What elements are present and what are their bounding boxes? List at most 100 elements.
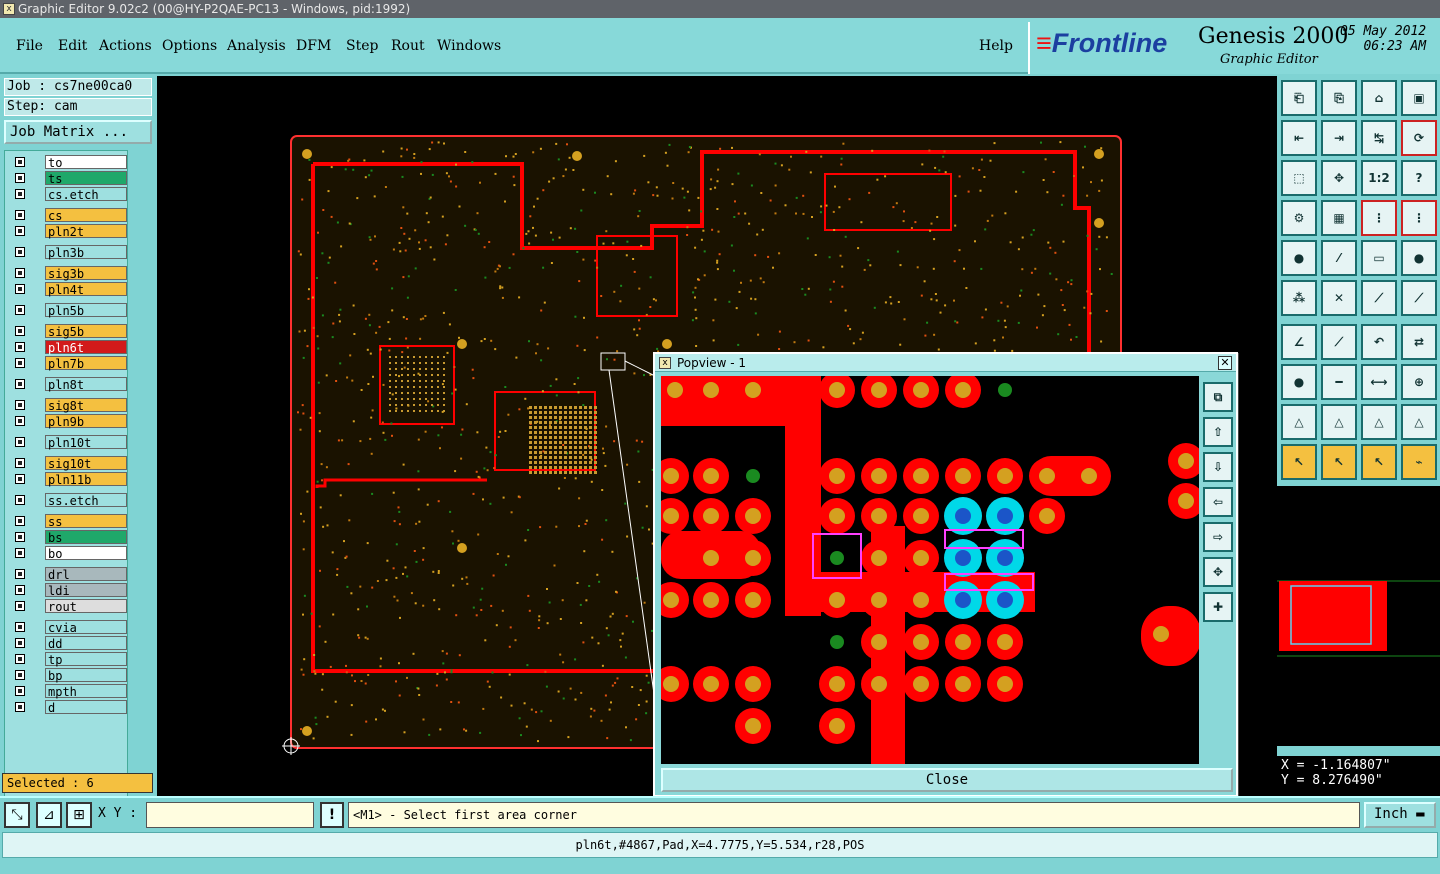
snap-icon[interactable]: ⊿ — [36, 802, 62, 828]
popview-window[interactable]: x Popview - 1 ✕ ⧉ ⇧ ⇩ ⇦ ⇨ ✥ ✚ Close — [653, 352, 1238, 797]
pan-icon[interactable]: ↹ — [1361, 120, 1397, 156]
layer-name[interactable]: pln5b — [45, 303, 127, 318]
fit-icon[interactable]: ⬚ — [1281, 160, 1317, 196]
layer-row-sig10t[interactable]: sig10t — [9, 456, 127, 471]
layer-name[interactable]: sig8t — [45, 398, 127, 413]
pointer3-icon[interactable]: ↖ — [1361, 444, 1397, 480]
pv-right-icon[interactable]: ⇨ — [1203, 522, 1233, 552]
menu-windows[interactable]: Windows — [437, 38, 501, 54]
resize-icon[interactable]: ⟷ — [1361, 364, 1397, 400]
layer-name[interactable]: pln7b — [45, 356, 127, 371]
layer-row-pln3b[interactable]: pln3b — [9, 245, 127, 260]
layer-name[interactable]: ts — [45, 171, 127, 186]
layer-name[interactable]: sig10t — [45, 456, 127, 471]
layer-checkbox[interactable] — [15, 622, 25, 632]
layer-name[interactable]: sig3b — [45, 266, 127, 281]
layer-row-drl[interactable]: drl — [9, 567, 127, 582]
layer-checkbox[interactable] — [15, 437, 25, 447]
angle-icon[interactable]: ∠ — [1281, 324, 1317, 360]
layer-name[interactable]: ss.etch — [45, 493, 127, 508]
cross-icon[interactable]: ✕ — [1321, 280, 1357, 316]
layer-row-pln9b[interactable]: pln9b — [9, 414, 127, 429]
layer-checkbox[interactable] — [15, 654, 25, 664]
layer-checkbox[interactable] — [15, 342, 25, 352]
zoom-next-icon[interactable]: ⇥ — [1321, 120, 1357, 156]
center-icon[interactable]: ✥ — [1321, 160, 1357, 196]
layer-checkbox[interactable] — [15, 474, 25, 484]
layer-checkbox[interactable] — [15, 305, 25, 315]
pv-down-icon[interactable]: ⇩ — [1203, 452, 1233, 482]
pv-zoom-in-icon[interactable]: ✥ — [1203, 557, 1233, 587]
layer-checkbox[interactable] — [15, 326, 25, 336]
layer-row-dd[interactable]: dd — [9, 636, 127, 651]
zoom-area-icon[interactable]: ⤡ — [4, 802, 30, 828]
menu-rout[interactable]: Rout — [391, 38, 425, 54]
layers-red-icon[interactable]: ⋮ — [1361, 200, 1397, 236]
layer-checkbox[interactable] — [15, 247, 25, 257]
layer-name[interactable]: to — [45, 155, 127, 170]
menu-dfm[interactable]: DFM — [296, 38, 331, 54]
xy-input[interactable] — [146, 802, 314, 828]
layer-row-pln4t[interactable]: pln4t — [9, 282, 127, 297]
layer-row-sig8t[interactable]: sig8t — [9, 398, 127, 413]
layer-name[interactable]: d — [45, 700, 127, 715]
zoom-prev-icon[interactable]: ⇤ — [1281, 120, 1317, 156]
query-icon[interactable]: ? — [1401, 160, 1437, 196]
layer-row-sig3b[interactable]: sig3b — [9, 266, 127, 281]
layer-name[interactable]: cs — [45, 208, 127, 223]
layer-name[interactable]: cs.etch — [45, 187, 127, 202]
layer-checkbox[interactable] — [15, 670, 25, 680]
minimap-overview[interactable] — [1277, 486, 1440, 746]
layer-checkbox[interactable] — [15, 416, 25, 426]
select-icon[interactable]: ● — [1281, 364, 1317, 400]
job-matrix-button[interactable]: Job Matrix ... — [4, 120, 152, 144]
layer-name[interactable]: pln8t — [45, 377, 127, 392]
layer-row-ldi[interactable]: ldi — [9, 583, 127, 598]
ratio-button[interactable]: 1:2 — [1361, 160, 1397, 196]
layer-row-cs[interactable]: cs — [9, 208, 127, 223]
layer-checkbox[interactable] — [15, 157, 25, 167]
open-job-icon[interactable]: ⎗ — [1281, 80, 1317, 116]
layer-checkbox[interactable] — [15, 686, 25, 696]
layer-name[interactable]: ss — [45, 514, 127, 529]
route-icon[interactable]: ⌁ — [1401, 444, 1437, 480]
layer-name[interactable]: pln11b — [45, 472, 127, 487]
menu-analysis[interactable]: Analysis — [227, 38, 286, 54]
draw-icon[interactable]: ⁄ — [1321, 240, 1357, 276]
layer-row-bp[interactable]: bp — [9, 668, 127, 683]
layer-name[interactable]: bs — [45, 530, 127, 545]
layer-name[interactable]: sig5b — [45, 324, 127, 339]
save-icon[interactable]: ⎘ — [1321, 80, 1357, 116]
add-feature-icon[interactable]: ● — [1281, 240, 1317, 276]
connect-icon[interactable]: ⁂ — [1281, 280, 1317, 316]
pv-left-icon[interactable]: ⇦ — [1203, 487, 1233, 517]
layer-checkbox[interactable] — [15, 702, 25, 712]
layer-checkbox[interactable] — [15, 358, 25, 368]
layer-row-d[interactable]: d — [9, 700, 127, 715]
triangle4-icon[interactable]: △ — [1401, 404, 1437, 440]
layer-checkbox[interactable] — [15, 495, 25, 505]
triangle2-icon[interactable]: △ — [1321, 404, 1357, 440]
layers-red2-icon[interactable]: ⋮ — [1401, 200, 1437, 236]
menu-options[interactable]: Options — [162, 38, 217, 54]
menu-help[interactable]: Help — [979, 38, 1013, 54]
layer-row-pln7b[interactable]: pln7b — [9, 356, 127, 371]
triangle3-icon[interactable]: △ — [1361, 404, 1397, 440]
menu-file[interactable]: File — [16, 38, 43, 54]
menu-edit[interactable]: Edit — [58, 38, 87, 54]
layer-checkbox[interactable] — [15, 516, 25, 526]
layer-name[interactable]: bo — [45, 546, 127, 561]
layer-row-pln10t[interactable]: pln10t — [9, 435, 127, 450]
home-icon[interactable]: ⌂ — [1361, 80, 1397, 116]
options-icon[interactable]: ⚙ — [1281, 200, 1317, 236]
layer-checkbox[interactable] — [15, 268, 25, 278]
popview-close-icon[interactable]: ✕ — [1218, 356, 1232, 370]
layer-name[interactable]: tp — [45, 652, 127, 667]
layer-checkbox[interactable] — [15, 585, 25, 595]
layer-name[interactable]: pln2t — [45, 224, 127, 239]
slash-icon[interactable]: ⟋ — [1321, 324, 1357, 360]
layer-name[interactable]: pln10t — [45, 435, 127, 450]
layer-name[interactable]: bp — [45, 668, 127, 683]
pv-up-icon[interactable]: ⇧ — [1203, 417, 1233, 447]
layer-name[interactable]: drl — [45, 567, 127, 582]
